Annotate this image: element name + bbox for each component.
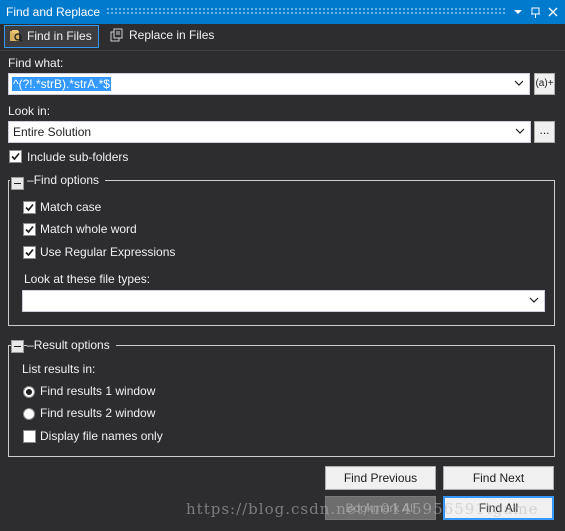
regex-builder-button[interactable]: (a)+ <box>534 73 555 95</box>
look-in-combo[interactable]: Entire Solution <box>8 121 531 143</box>
find-previous-button[interactable]: Find Previous <box>325 466 436 490</box>
browse-button[interactable]: ... <box>534 121 555 143</box>
close-icon[interactable] <box>545 4 561 20</box>
title-grip[interactable] <box>106 7 506 16</box>
toolbar-divider <box>0 50 565 51</box>
chevron-down-icon[interactable] <box>528 294 540 306</box>
file-types-label: Look at these file types: <box>24 272 151 286</box>
use-regex-label: Use Regular Expressions <box>40 245 176 259</box>
chevron-down-icon[interactable] <box>510 4 526 20</box>
look-in-value: Entire Solution <box>13 125 92 139</box>
chevron-down-icon[interactable] <box>514 125 526 137</box>
tab-find-in-files[interactable]: Find in Files <box>4 25 99 48</box>
tab-replace-in-files[interactable]: Replace in Files <box>108 25 218 46</box>
result-options-title: –Result options <box>27 338 116 352</box>
find-what-combo[interactable]: ^(?!.*strB).*strA.*$ <box>8 73 530 95</box>
find-results-1-radio[interactable] <box>23 386 35 398</box>
find-results-2-label: Find results 2 window <box>40 406 156 420</box>
radio-selected-dot <box>26 389 32 395</box>
pin-icon[interactable] <box>528 4 544 20</box>
display-file-names-checkbox[interactable] <box>23 430 36 443</box>
chevron-down-icon[interactable] <box>513 77 525 89</box>
tab-label: Replace in Files <box>129 28 215 42</box>
file-types-combo[interactable] <box>22 290 545 312</box>
bookmark-all-button[interactable]: Bookmark All <box>325 496 436 520</box>
display-file-names-label: Display file names only <box>40 429 163 443</box>
window-title: Find and Replace <box>6 5 101 19</box>
list-results-label: List results in: <box>22 362 96 376</box>
result-options-collapse-button[interactable] <box>11 340 24 353</box>
tab-label: Find in Files <box>27 29 92 43</box>
include-subfolders-checkbox[interactable] <box>9 150 22 163</box>
find-all-button[interactable]: Find All <box>443 496 554 520</box>
match-whole-word-checkbox[interactable] <box>23 223 36 236</box>
result-options-title-text: Result options <box>33 338 110 352</box>
find-in-files-icon <box>9 29 23 50</box>
find-what-input[interactable]: ^(?!.*strB).*strA.*$ <box>12 77 111 91</box>
find-options-title-text: Find options <box>33 173 100 187</box>
use-regex-checkbox[interactable] <box>23 246 36 259</box>
match-whole-word-label: Match whole word <box>40 222 137 236</box>
match-case-label: Match case <box>40 200 102 214</box>
find-options-title: –Find options <box>27 173 106 187</box>
look-in-label: Look in: <box>8 104 51 118</box>
find-what-label: Find what: <box>8 56 64 70</box>
include-subfolders-label: Include sub-folders <box>27 150 129 164</box>
find-options-collapse-button[interactable] <box>11 177 24 190</box>
match-case-checkbox[interactable] <box>23 201 36 214</box>
find-results-2-radio[interactable] <box>23 408 35 420</box>
find-results-1-label: Find results 1 window <box>40 384 156 398</box>
find-next-button[interactable]: Find Next <box>443 466 554 490</box>
replace-in-files-icon <box>110 28 124 49</box>
